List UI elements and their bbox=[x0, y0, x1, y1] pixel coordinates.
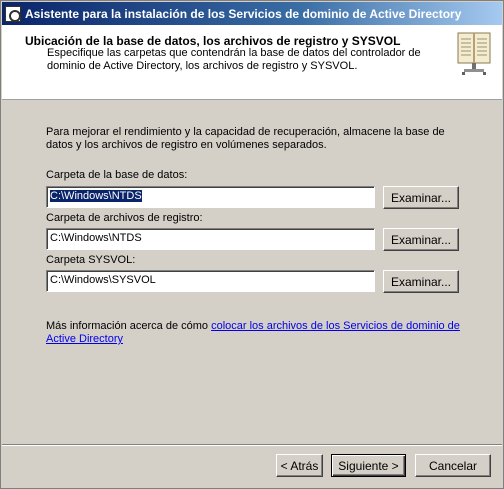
browse-sysvol-button[interactable]: Examinar... bbox=[383, 270, 459, 293]
database-folder-value: C:\Windows\NTDS bbox=[50, 190, 142, 202]
page-title: Ubicación de la base de datos, los archi… bbox=[25, 34, 401, 48]
sysvol-folder-value: C:\Windows\SYSVOL bbox=[50, 274, 156, 286]
title-bar[interactable]: Asistente para la instalación de los Ser… bbox=[2, 2, 502, 25]
browse-log-button[interactable]: Examinar... bbox=[383, 228, 459, 251]
back-button[interactable]: < Atrás bbox=[276, 454, 323, 477]
wizard-header: Ubicación de la base de datos, los archi… bbox=[2, 25, 502, 100]
sysvol-folder-label: Carpeta SYSVOL: bbox=[46, 254, 136, 266]
more-info-prefix: Más información acerca de cómo bbox=[46, 320, 212, 332]
browse-database-button[interactable]: Examinar... bbox=[383, 186, 459, 209]
database-folder-label: Carpeta de la base de datos: bbox=[46, 169, 188, 181]
wizard-window: Asistente para la instalación de los Ser… bbox=[0, 0, 504, 489]
footer-separator bbox=[2, 444, 502, 446]
window-title: Asistente para la instalación de los Ser… bbox=[25, 6, 462, 21]
log-folder-value: C:\Windows\NTDS bbox=[50, 232, 142, 244]
page-description: Especifique las carpetas que contendrán … bbox=[47, 47, 421, 72]
log-folder-label: Carpeta de archivos de registro: bbox=[46, 212, 203, 224]
next-button[interactable]: Siguiente > bbox=[331, 454, 406, 477]
app-icon[interactable] bbox=[5, 5, 21, 22]
sysvol-folder-input[interactable]: C:\Windows\SYSVOL bbox=[46, 270, 375, 292]
database-folder-input[interactable]: C:\Windows\NTDS bbox=[46, 186, 375, 208]
more-info-text: Más información acerca de cómo colocar l… bbox=[46, 320, 466, 346]
log-folder-input[interactable]: C:\Windows\NTDS bbox=[46, 228, 375, 250]
book-icon bbox=[457, 32, 491, 75]
intro-text: Para mejorar el rendimiento y la capacid… bbox=[46, 126, 445, 151]
cancel-button[interactable]: Cancelar bbox=[415, 454, 491, 477]
